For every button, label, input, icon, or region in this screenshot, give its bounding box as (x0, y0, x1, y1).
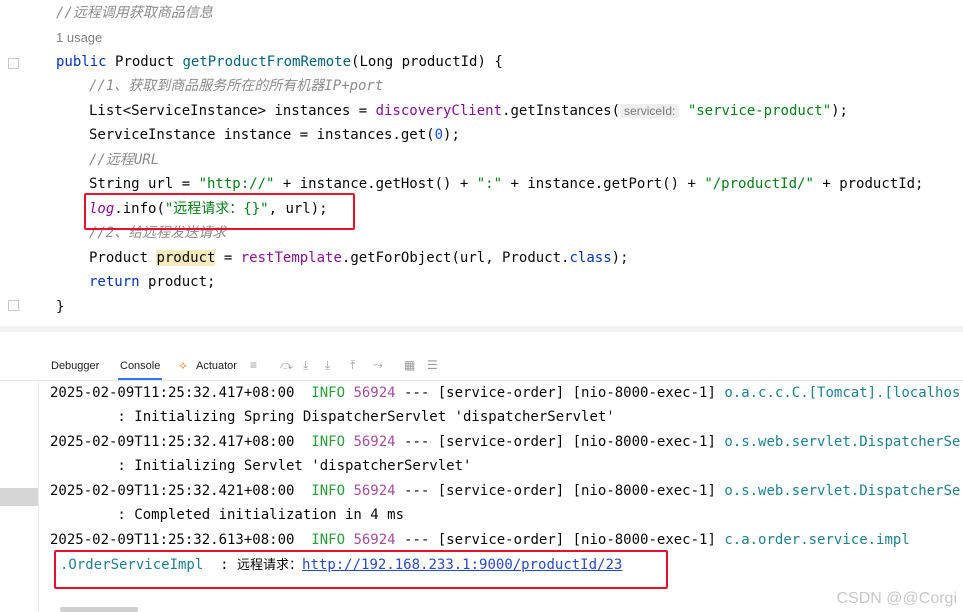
string-literal: "/productId/" (704, 176, 814, 192)
log-logger[interactable]: o.s.web.servlet.DispatcherSe (724, 483, 960, 499)
field-ref: discoveryClient (375, 103, 503, 119)
code-text: + instance.getPort() + (502, 176, 705, 192)
log-thread: --- [service-order] [nio-8000-exec-1] (395, 532, 725, 548)
code-line-instances: List<ServiceInstance> instances = discov… (89, 100, 848, 122)
tab-actuator[interactable]: Actuator (196, 358, 237, 374)
code-text: = (215, 250, 241, 266)
log-timestamp: 2025-02-09T11:25:32.613+08:00 (50, 532, 295, 548)
code-text: ); (443, 127, 460, 143)
horizontal-scrollbar[interactable] (60, 607, 138, 612)
code-text: ServiceInstance instance = instances.get… (89, 127, 435, 143)
run-to-cursor-icon[interactable]: ⤳ (373, 358, 383, 373)
log-line: 2025-02-09T11:25:32.613+08:00 INFO 56924… (50, 528, 910, 552)
code-text: product; (139, 274, 216, 290)
panel-divider[interactable] (0, 326, 963, 332)
code-comment: //远程URL (89, 152, 160, 168)
code-editor[interactable]: //远程调用获取商品信息 1 usage public Product getP… (22, 0, 963, 330)
step-into-icon[interactable]: ⤓ (303, 358, 308, 373)
force-step-into-icon[interactable]: ⤓ (325, 358, 330, 373)
table-icon[interactable]: ▦ (404, 358, 415, 372)
log-level: INFO (311, 385, 346, 401)
editor-gutter (0, 0, 23, 330)
log-message: : Initializing Spring DispatcherServlet … (50, 409, 615, 425)
code-line-instance: ServiceInstance instance = instances.get… (89, 124, 460, 146)
log-pid: 56924 (353, 434, 396, 450)
log-pid: 56924 (353, 483, 396, 499)
code-line-url: String url = "http://" + instance.getHos… (89, 173, 923, 195)
code-text: .getInstances( (502, 103, 621, 119)
string-literal: "http://" (198, 176, 275, 192)
code-line-return: return product; (89, 271, 215, 293)
log-timestamp: 2025-02-09T11:25:32.421+08:00 (50, 483, 295, 499)
code-text: List<ServiceInstance> instances = (89, 103, 376, 119)
closing-brace: } (56, 299, 65, 315)
code-text: ); (831, 103, 848, 119)
log-line: 2025-02-09T11:25:32.421+08:00 INFO 56924… (50, 479, 960, 503)
fold-marker-icon[interactable] (8, 300, 19, 311)
method-signature: public Product getProductFromRemote(Long… (56, 51, 503, 73)
log-thread: --- [service-order] [nio-8000-exec-1] (395, 483, 725, 499)
method-name[interactable]: getProductFromRemote (182, 54, 351, 70)
code-text: String url = (89, 176, 199, 192)
menu-icon[interactable]: ≡ (250, 358, 257, 372)
log-level: INFO (311, 483, 346, 499)
code-text: + instance.getHost() + (274, 176, 477, 192)
log-logger[interactable]: c.a.order.service.impl (724, 532, 909, 548)
highlighted-variable[interactable]: product (156, 250, 216, 266)
code-text: ); (611, 250, 629, 266)
log-level: INFO (311, 532, 346, 548)
code-text: + productId; (813, 176, 924, 192)
keyword: return (89, 274, 140, 290)
log-logger[interactable]: o.a.c.c.C.[Tomcat].[localhos (724, 385, 960, 401)
log-logger[interactable]: o.s.web.servlet.DispatcherSe (724, 434, 960, 450)
log-line: 2025-02-09T11:25:32.417+08:00 INFO 56924… (50, 430, 960, 454)
log-message: : Completed initialization in 4 ms (50, 507, 405, 523)
keyword: class (569, 250, 612, 266)
log-message: : Initializing Servlet 'dispatcherServle… (50, 458, 472, 474)
tab-console[interactable]: Console (117, 358, 163, 380)
step-out-icon[interactable]: ⤒ (350, 358, 355, 373)
highlight-box-log-line (84, 193, 355, 230)
code-text: Product (89, 250, 157, 266)
code-line-product: Product product = restTemplate.getForObj… (89, 247, 629, 269)
log-line: 2025-02-09T11:25:32.417+08:00 INFO 56924… (50, 381, 960, 405)
code-text: .getForObject(url, Product. (341, 250, 570, 266)
log-timestamp: 2025-02-09T11:25:32.417+08:00 (50, 385, 295, 401)
debug-toolbar: Debugger Console ⟡ Actuator ≡ ⤼ ⤓ ⤓ ⤒ ⤳ … (0, 350, 963, 381)
log-level: INFO (311, 434, 346, 450)
return-type: Product (115, 54, 175, 70)
log-thread: --- [service-order] [nio-8000-exec-1] (395, 434, 725, 450)
usage-hint[interactable]: 1 usage (56, 27, 102, 49)
keyword: public (56, 54, 107, 70)
code-comment: //1、获取到商品服务所在的所有机器IP+port (89, 78, 384, 94)
highlight-box-remote-request (54, 550, 668, 589)
tab-debugger[interactable]: Debugger (51, 358, 99, 374)
code-comment: //远程调用获取商品信息 (56, 5, 213, 21)
log-thread: --- [service-order] [nio-8000-exec-1] (395, 385, 725, 401)
console-scroll-marker[interactable] (0, 488, 38, 506)
log-pid: 56924 (353, 385, 396, 401)
layout-icon[interactable]: ☰ (427, 358, 438, 372)
log-pid: 56924 (353, 532, 396, 548)
actuator-icon: ⟡ (179, 358, 187, 372)
params: (Long productId) { (351, 54, 503, 70)
string-literal: ":" (476, 176, 503, 192)
watermark: CSDN @@Corgi (836, 590, 958, 607)
field-ref: restTemplate (240, 250, 342, 266)
log-timestamp: 2025-02-09T11:25:32.417+08:00 (50, 434, 295, 450)
step-over-icon[interactable]: ⤼ (280, 358, 293, 373)
string-literal: "service-product" (687, 103, 832, 119)
fold-marker-icon[interactable] (8, 58, 19, 69)
number-literal: 0 (434, 127, 444, 143)
param-hint: serviceId: (620, 104, 680, 118)
